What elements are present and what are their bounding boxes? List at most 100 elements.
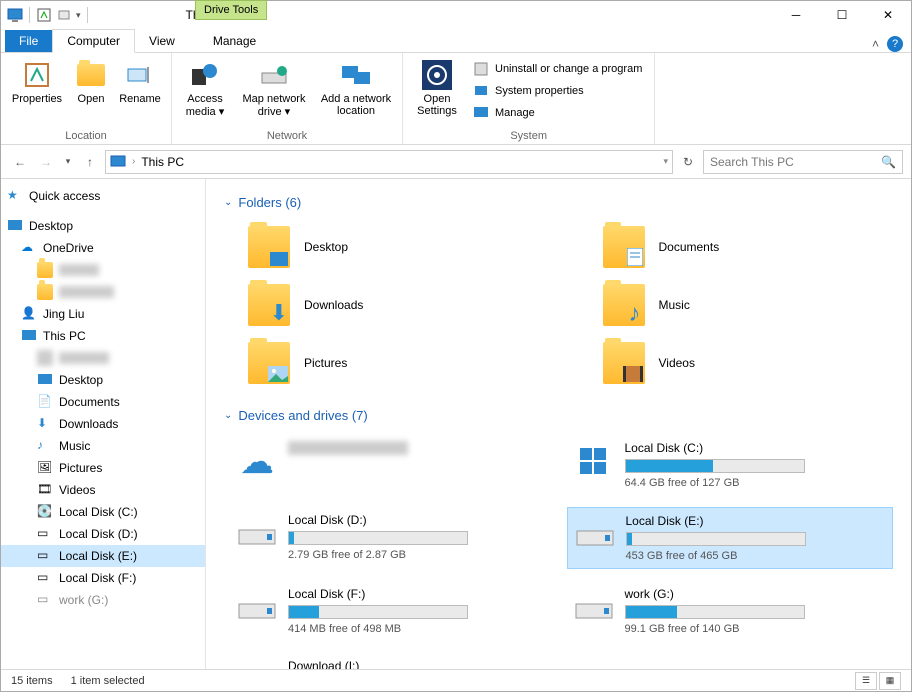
user-icon: 👤	[21, 306, 37, 322]
tree-user[interactable]: 👤Jing Liu	[1, 303, 205, 325]
chevron-right-icon[interactable]: ›	[132, 156, 135, 167]
properties-label: Properties	[12, 93, 62, 105]
folder-pictures[interactable]: Pictures	[244, 338, 539, 388]
cloud-icon: ☁	[236, 441, 278, 483]
tree-downloads[interactable]: ⬇Downloads	[1, 413, 205, 435]
tree-desktop[interactable]: Desktop	[1, 215, 205, 237]
drive-name: Local Disk (E:)	[626, 514, 887, 528]
qat-dropdown-icon[interactable]: ▾	[76, 10, 81, 21]
folder-desktop[interactable]: Desktop	[244, 222, 539, 272]
manage-label: Manage	[495, 107, 535, 119]
drive-d[interactable]: Local Disk (D:)2.79 GB free of 2.87 GB	[230, 507, 557, 569]
tree-label: OneDrive	[43, 241, 94, 255]
folder-music[interactable]: ♪Music	[599, 280, 894, 330]
status-selected: 1 item selected	[71, 675, 145, 687]
add-network-location-button[interactable]: Add a network location	[316, 57, 396, 119]
folder-videos[interactable]: Videos	[599, 338, 894, 388]
manage-icon	[473, 105, 489, 121]
access-media-button[interactable]: Access media ▾	[178, 57, 232, 120]
section-drives[interactable]: ⌄Devices and drives (7)	[224, 402, 893, 429]
tree-music[interactable]: ♪ Music	[1, 435, 205, 457]
tree-label: Quick access	[29, 189, 100, 203]
search-box[interactable]: Search This PC 🔍	[703, 150, 903, 174]
add-location-label: Add a network location	[318, 93, 394, 117]
drive-name: work (G:)	[625, 587, 888, 601]
tree-local-disk-c[interactable]: 💽Local Disk (C:)	[1, 501, 205, 523]
drive-g[interactable]: work (G:)99.1 GB free of 140 GB	[567, 581, 894, 641]
tab-file[interactable]: File	[5, 30, 52, 52]
open-label: Open	[78, 93, 105, 105]
tree-pictures[interactable]: 🖼Pictures	[1, 457, 205, 479]
tree-work-g[interactable]: ▭work (G:)	[1, 589, 205, 611]
open-button[interactable]: Open	[69, 57, 113, 107]
drive-c[interactable]: Local Disk (C:)64.4 GB free of 127 GB	[567, 435, 894, 495]
back-button[interactable]: ←	[9, 151, 31, 173]
tree-desktop2[interactable]: Desktop	[1, 369, 205, 391]
recent-dropdown[interactable]: ▾	[61, 151, 75, 173]
address-dropdown-icon[interactable]: ▾	[663, 156, 668, 167]
tree-label: Local Disk (D:)	[59, 527, 138, 541]
drive-e[interactable]: Local Disk (E:)453 GB free of 465 GB	[567, 507, 894, 569]
tree-label: Documents	[59, 395, 120, 409]
drive-free: 64.4 GB free of 127 GB	[625, 477, 888, 489]
tree-local-disk-d[interactable]: ▭Local Disk (D:)	[1, 523, 205, 545]
manage-button[interactable]: Manage	[471, 103, 644, 123]
view-large-button[interactable]: ▦	[879, 672, 901, 690]
minimize-button[interactable]: ─	[773, 1, 819, 29]
drive-icon	[236, 513, 278, 555]
tree-item[interactable]	[1, 347, 205, 369]
properties-button[interactable]: Properties	[7, 57, 67, 107]
tree-this-pc[interactable]: This PC	[1, 325, 205, 347]
forward-button[interactable]: →	[35, 151, 57, 173]
maximize-button[interactable]: ☐	[819, 1, 865, 29]
pc-icon	[110, 154, 126, 170]
drive-bar	[288, 531, 468, 545]
drive-cloud[interactable]: ☁	[230, 435, 557, 495]
group-system-label: System	[409, 128, 648, 142]
folder-documents[interactable]: Documents	[599, 222, 894, 272]
tree-local-disk-e[interactable]: ▭Local Disk (E:)	[1, 545, 205, 567]
refresh-button[interactable]: ↻	[677, 151, 699, 173]
qat-props-icon[interactable]	[36, 7, 52, 23]
tree-local-disk-f[interactable]: ▭Local Disk (F:)	[1, 567, 205, 589]
music-icon: ♪	[37, 438, 53, 454]
nav-tree[interactable]: ★Quick access Desktop ☁OneDrive 👤Jing Li…	[1, 179, 206, 669]
tree-item[interactable]	[1, 259, 205, 281]
tree-label: Music	[59, 439, 90, 453]
ribbon-collapse-icon[interactable]: ˄	[872, 37, 879, 51]
redacted	[288, 441, 408, 455]
section-label: Folders (6)	[238, 195, 301, 210]
pictures-icon: 🖼	[37, 460, 53, 476]
tree-label: Desktop	[59, 373, 103, 387]
tree-videos[interactable]: 🎞Videos	[1, 479, 205, 501]
up-button[interactable]: ↑	[79, 151, 101, 173]
map-network-drive-button[interactable]: Map network drive ▾	[234, 57, 314, 120]
folder-label: Downloads	[304, 298, 363, 312]
rename-button[interactable]: Rename	[115, 57, 165, 107]
folder-downloads[interactable]: ⬇Downloads	[244, 280, 539, 330]
tree-item[interactable]	[1, 281, 205, 303]
tab-view[interactable]: View	[135, 30, 189, 52]
content-pane[interactable]: ⌄Folders (6) Desktop Documents ⬇Download…	[206, 179, 911, 669]
drive-f[interactable]: Local Disk (F:)414 MB free of 498 MB	[230, 581, 557, 641]
tree-quick-access[interactable]: ★Quick access	[1, 185, 205, 207]
view-details-button[interactable]: ☰	[855, 672, 877, 690]
section-folders[interactable]: ⌄Folders (6)	[224, 189, 893, 216]
address-bar[interactable]: › This PC ▾	[105, 150, 673, 174]
tree-documents[interactable]: 📄Documents	[1, 391, 205, 413]
drive-icon	[236, 587, 278, 629]
qat-new-icon[interactable]	[56, 7, 72, 23]
tree-onedrive[interactable]: ☁OneDrive	[1, 237, 205, 259]
drive-i[interactable]: Download (I:)103 GB free of 135 GB	[230, 653, 557, 669]
help-icon[interactable]: ?	[887, 36, 903, 52]
videos-icon: 🎞	[37, 482, 53, 498]
uninstall-program-button[interactable]: Uninstall or change a program	[471, 59, 644, 79]
tab-manage[interactable]: Manage	[199, 30, 270, 52]
tree-label: Desktop	[29, 219, 73, 233]
system-properties-button[interactable]: System properties	[471, 81, 644, 101]
open-settings-button[interactable]: Open Settings	[409, 57, 465, 119]
drive-tools-tab[interactable]: Drive Tools	[195, 0, 267, 20]
tab-computer[interactable]: Computer	[52, 29, 135, 53]
drive-icon: 💽	[37, 504, 53, 520]
close-button[interactable]: ✕	[865, 1, 911, 29]
